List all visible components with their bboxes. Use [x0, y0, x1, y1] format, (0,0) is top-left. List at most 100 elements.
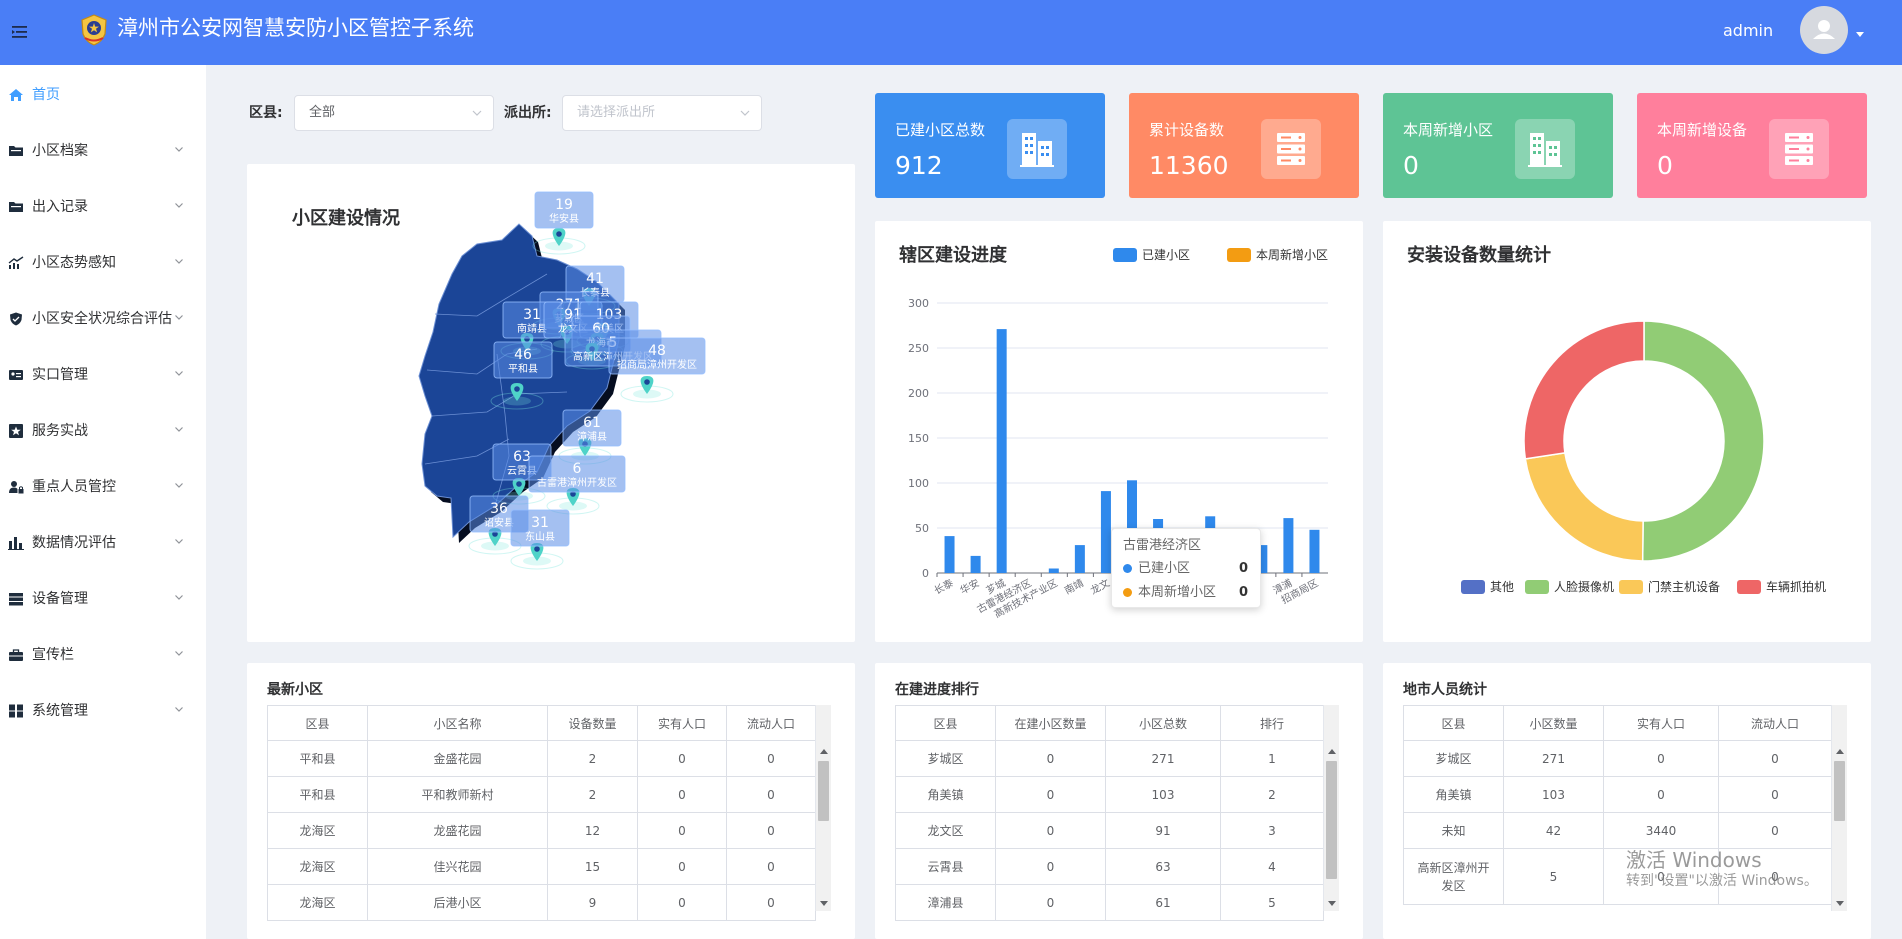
table-row[interactable]: 龙海区 龙盛花园 12 0 0: [267, 812, 816, 849]
column-header: 流动人口: [1718, 705, 1832, 741]
table-row[interactable]: 龙海区 佳兴花园 15 0 0: [267, 848, 816, 885]
sidebar-item-community-archive[interactable]: 小区档案: [0, 129, 206, 173]
sidebar-item-device-management[interactable]: 设备管理: [0, 577, 206, 621]
latest-table-title: 最新小区: [267, 682, 323, 698]
latest-table-scrollbar[interactable]: [815, 705, 831, 911]
table-row[interactable]: 龙文区 0 91 3: [895, 812, 1324, 849]
table-row[interactable]: 芗城区 271 0 0: [1403, 740, 1832, 777]
table-cell: 0: [995, 740, 1106, 777]
legend-swatch-2[interactable]: [1525, 580, 1549, 594]
user-avatar[interactable]: [1800, 6, 1848, 54]
bar-built-14[interactable]: [1283, 518, 1294, 573]
scroll-up-icon[interactable]: [820, 749, 828, 754]
watermark-line-1: 激活 Windows: [1626, 848, 1762, 872]
legend-label-4[interactable]: 车辆抓拍机: [1766, 579, 1826, 594]
zhangzhou-map[interactable]: 19华安县41长泰县271芗城区31南靖县91龙文区103角美区60龙海市5高新…: [247, 164, 855, 642]
map-marker-1[interactable]: 19华安县: [532, 191, 594, 255]
table-row[interactable]: 角美镇 103 0 0: [1403, 776, 1832, 813]
scroll-thumb[interactable]: [1326, 761, 1337, 879]
ranking-table-scrollbar[interactable]: [1323, 705, 1339, 911]
donut-chart[interactable]: 其他 人脸摄像机 门禁主机设备 车辆抓拍机: [1383, 221, 1871, 642]
bar-built-7[interactable]: [1100, 491, 1111, 573]
table-row[interactable]: 平和县 金盛花园 2 0 0: [267, 740, 816, 777]
table-cell: 芗城区: [1403, 740, 1504, 777]
table-row[interactable]: 漳浦县 0 61 5: [895, 884, 1324, 921]
user-name[interactable]: admin: [1723, 21, 1773, 41]
bar-built-3[interactable]: [996, 329, 1007, 573]
table-cell: 龙文区: [895, 812, 996, 849]
sidebar-item-situation-awareness[interactable]: 小区态势感知: [0, 241, 206, 285]
table-cell: 63: [1105, 848, 1221, 885]
sidebar-item-system-management[interactable]: 系统管理: [0, 689, 206, 733]
chevron-down-icon: [175, 147, 183, 152]
table-row[interactable]: 芗城区 0 271 1: [895, 740, 1324, 777]
legend-label-3[interactable]: 门禁主机设备: [1648, 579, 1720, 594]
sidebar-item-service-practice[interactable]: 服务实战: [0, 409, 206, 453]
scroll-thumb[interactable]: [1834, 761, 1845, 821]
tooltip-value-built: 0: [1238, 561, 1248, 576]
column-header: 小区名称: [367, 705, 548, 741]
column-header: 实有人口: [637, 705, 727, 741]
menu-fold-icon[interactable]: [10, 22, 30, 42]
stat-value: 912: [895, 151, 943, 180]
bar-built-6[interactable]: [1074, 545, 1085, 573]
legend-swatch-2[interactable]: [1227, 248, 1251, 262]
map-marker-15[interactable]: 31东山县: [510, 509, 570, 570]
sidebar-item-safety-evaluation[interactable]: 小区安全状况综合评估: [0, 297, 206, 341]
table-row[interactable]: 龙海区 后港小区 9 0 0: [267, 884, 816, 921]
sidebar-item-key-person-control[interactable]: 重点人员管控: [0, 465, 206, 509]
ranking-table: 区县 在建小区数量 小区总数 排行 芗城区 0 271 1 角美镇 0 103 2 龙文区 0 91 3 云霄…: [895, 705, 1324, 921]
bar-built-1[interactable]: [944, 536, 955, 573]
station-select[interactable]: 请选择派出所: [562, 95, 762, 131]
scroll-down-icon[interactable]: [1328, 901, 1336, 906]
legend-swatch-1[interactable]: [1113, 248, 1137, 262]
people-table-title: 地市人员统计: [1403, 682, 1487, 698]
scroll-down-icon[interactable]: [820, 901, 828, 906]
bar-built-2[interactable]: [970, 555, 981, 573]
sidebar-item-access-records[interactable]: 出入记录: [0, 185, 206, 229]
table-cell: 91: [1105, 812, 1221, 849]
scroll-thumb[interactable]: [818, 761, 829, 821]
legend-label-1[interactable]: 其他: [1490, 580, 1514, 594]
table-row[interactable]: 未知 42 3440 0: [1403, 812, 1832, 849]
scroll-up-icon[interactable]: [1328, 749, 1336, 754]
legend-swatch-3[interactable]: [1619, 580, 1643, 594]
sidebar-item-population-management[interactable]: 实口管理: [0, 353, 206, 397]
donut-slice-2[interactable]: [1641, 320, 1765, 562]
sidebar-item-bulletin[interactable]: 宣传栏: [0, 633, 206, 677]
tooltip-label-built: 已建小区: [1138, 561, 1191, 576]
table-cell: 103: [1105, 776, 1221, 813]
legend-label-1[interactable]: 已建小区: [1142, 248, 1190, 262]
ranking-table-title: 在建进度排行: [895, 682, 979, 698]
donut-slice-4[interactable]: [1523, 320, 1645, 460]
stat-card-weekly-new-devices: 本周新增设备 0: [1637, 93, 1867, 198]
district-select[interactable]: 全部: [294, 95, 494, 131]
legend-label-2[interactable]: 人脸摄像机: [1554, 579, 1614, 594]
bar-built-5[interactable]: [1048, 568, 1059, 574]
legend-label-2[interactable]: 本周新增小区: [1256, 247, 1328, 262]
tooltip-title: 古雷港经济区: [1123, 538, 1202, 553]
table-row[interactable]: 角美镇 0 103 2: [895, 776, 1324, 813]
legend-swatch-4[interactable]: [1737, 580, 1761, 594]
building-icon: [1515, 119, 1575, 179]
map-marker-13[interactable]: 6古雷港漳州开发区: [528, 455, 626, 515]
stat-value: 0: [1403, 151, 1419, 180]
table-cell: 42: [1503, 812, 1604, 849]
chevron-down-icon: [175, 259, 183, 264]
bar-built-15[interactable]: [1309, 529, 1320, 573]
table-cell: 271: [1105, 740, 1221, 777]
scroll-down-icon[interactable]: [1836, 901, 1844, 906]
map-region-name: 南靖县: [517, 322, 547, 335]
sidebar-item-home[interactable]: 首页: [0, 73, 206, 117]
table-cell: 2: [1220, 776, 1324, 813]
people-table-scrollbar[interactable]: [1831, 705, 1847, 911]
sidebar-item-data-evaluation[interactable]: 数据情况评估: [0, 521, 206, 565]
caret-down-icon[interactable]: [1856, 32, 1864, 37]
scroll-up-icon[interactable]: [1836, 749, 1844, 754]
map-marker-9[interactable]: 48招商局漳州开发区: [608, 337, 706, 403]
people-stats-card: 地市人员统计 区县 小区数量 实有人口 流动人口 芗城区 271 0 0 角美镇 103 0 0 未知…: [1383, 663, 1871, 939]
donut-slice-3[interactable]: [1524, 452, 1644, 562]
table-row[interactable]: 平和县 平和教师新村 2 0 0: [267, 776, 816, 813]
table-row[interactable]: 云霄县 0 63 4: [895, 848, 1324, 885]
legend-swatch-1[interactable]: [1461, 580, 1485, 594]
